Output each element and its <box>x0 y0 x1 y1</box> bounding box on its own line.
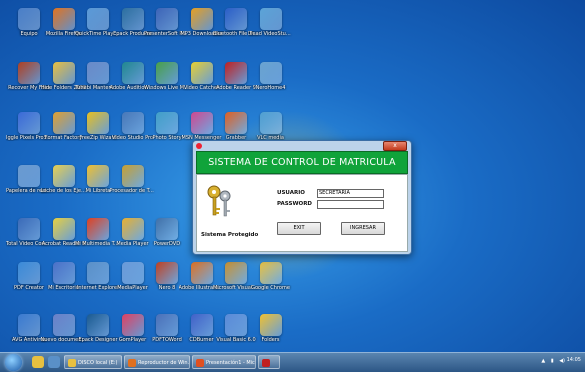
taskbar-app-icon <box>196 359 204 367</box>
desktop-icon[interactable]: PowerDVD <box>144 218 190 247</box>
app-icon <box>190 112 213 134</box>
app-icon <box>52 165 75 187</box>
desktop-icon[interactable]: Ulead VideoStudio ... <box>248 8 294 37</box>
desktop-icon-label: PowerDVD <box>153 241 181 247</box>
app-icon <box>156 314 178 336</box>
app-icon <box>121 218 144 240</box>
close-button[interactable]: x <box>383 141 407 151</box>
window-titlebar[interactable]: x <box>193 141 411 151</box>
taskbar-app-icon <box>128 359 136 367</box>
login-panel: Sistema Protegido USUARIO SECRETARIA PAS… <box>196 174 408 252</box>
desktop-icon[interactable]: Procesador de Textos <box>110 165 156 194</box>
taskbar-button[interactable]: DISCO local (E:) <box>64 355 122 369</box>
app-icon <box>121 314 144 336</box>
taskbar-button-label: Presentación1 - Micr... <box>206 360 256 366</box>
desktop-icon[interactable]: Folders <box>248 314 294 343</box>
app-icon <box>18 165 40 187</box>
app-icon <box>18 62 40 84</box>
app-icon <box>52 8 75 30</box>
exit-button[interactable]: EXIT <box>277 222 321 235</box>
app-icon <box>87 62 109 84</box>
desktop: Equipo Mozilla Firefox QuickTime Player 7E… <box>0 0 585 352</box>
clock[interactable]: 14:05 <box>567 357 581 363</box>
taskbar-app-icon <box>68 359 76 367</box>
system-tray: ▲ ▮ ◀) <box>537 358 565 364</box>
taskbar-button-label: Reproductor de Win... <box>138 360 190 366</box>
ingresar-button[interactable]: INGRESAR <box>341 222 385 235</box>
tray-expand-icon[interactable]: ▲ <box>541 358 545 364</box>
taskbar-app-icon <box>262 359 270 367</box>
app-icon <box>121 62 144 84</box>
login-window: x SISTEMA DE CONTROL DE MATRICULA Sistem… <box>192 140 412 255</box>
app-icon <box>190 8 213 30</box>
app-icon <box>52 62 75 84</box>
taskbar-button[interactable]: Reproductor de Win... <box>124 355 190 369</box>
protected-label: Sistema Protegido <box>201 232 259 238</box>
app-icon <box>18 8 40 30</box>
desktop-icon-label: Ulead VideoStudio ... <box>247 31 294 37</box>
window-header-title: SISTEMA DE CONTROL DE MATRICULA <box>196 151 408 174</box>
app-icon <box>225 262 247 284</box>
app-icon <box>18 112 40 134</box>
app-icon <box>121 165 144 187</box>
app-icon <box>259 62 282 84</box>
volume-icon[interactable]: ◀) <box>559 358 565 364</box>
desktop-icon-label: Folders <box>261 337 280 343</box>
app-icon <box>259 8 282 30</box>
desktop-icon-label: NeroHome4 <box>255 85 286 91</box>
app-icon <box>87 218 109 240</box>
taskbar: DISCO local (E:) Reproductor de Win... Pre… <box>0 352 585 372</box>
app-icon <box>121 112 144 134</box>
desktop-icon[interactable]: Google Chrome <box>248 262 294 291</box>
usuario-field[interactable]: SECRETARIA <box>317 189 384 198</box>
app-icon <box>259 262 282 284</box>
app-icon <box>121 262 144 284</box>
app-icon <box>225 112 247 134</box>
taskbar-button[interactable] <box>258 355 280 369</box>
app-icon <box>18 262 40 284</box>
app-icon <box>52 262 75 284</box>
app-icon <box>196 143 202 149</box>
network-icon[interactable]: ▮ <box>551 358 554 364</box>
desktop-icon[interactable]: NeroHome4 <box>248 62 294 91</box>
app-icon <box>87 112 109 134</box>
app-icon <box>225 314 247 336</box>
app-icon <box>156 218 178 240</box>
password-label: PASSWORD <box>277 201 313 207</box>
app-icon <box>87 314 109 336</box>
app-icon <box>52 218 75 240</box>
app-icon <box>87 8 109 30</box>
desktop-icon-label: Google Chrome <box>251 285 290 291</box>
explorer-pin-icon[interactable] <box>32 356 44 368</box>
app-icon <box>18 314 40 336</box>
taskbar-button-label: DISCO local (E:) <box>78 360 118 366</box>
app-icon <box>52 112 75 134</box>
app-icon <box>190 314 213 336</box>
start-button[interactable] <box>5 354 22 371</box>
app-icon <box>156 62 178 84</box>
desktop-icon[interactable]: VLC media <box>248 112 294 141</box>
app-icon <box>259 112 282 134</box>
keys-icon <box>207 185 231 217</box>
app-icon <box>190 262 213 284</box>
usuario-label: USUARIO <box>277 190 305 196</box>
app-icon <box>87 165 109 187</box>
password-field[interactable] <box>317 200 384 209</box>
desktop-icon-label: Procesador de Textos <box>109 188 156 194</box>
ie-pin-icon[interactable] <box>48 356 60 368</box>
app-icon <box>225 62 247 84</box>
app-icon <box>190 62 213 84</box>
taskbar-button[interactable]: Presentación1 - Micr... <box>192 355 256 369</box>
app-icon <box>156 8 178 30</box>
app-icon <box>225 8 247 30</box>
app-icon <box>121 8 144 30</box>
app-icon <box>87 262 109 284</box>
app-icon <box>259 314 282 336</box>
app-icon <box>156 262 178 284</box>
app-icon <box>52 314 75 336</box>
app-icon <box>156 112 178 134</box>
app-icon <box>18 218 40 240</box>
